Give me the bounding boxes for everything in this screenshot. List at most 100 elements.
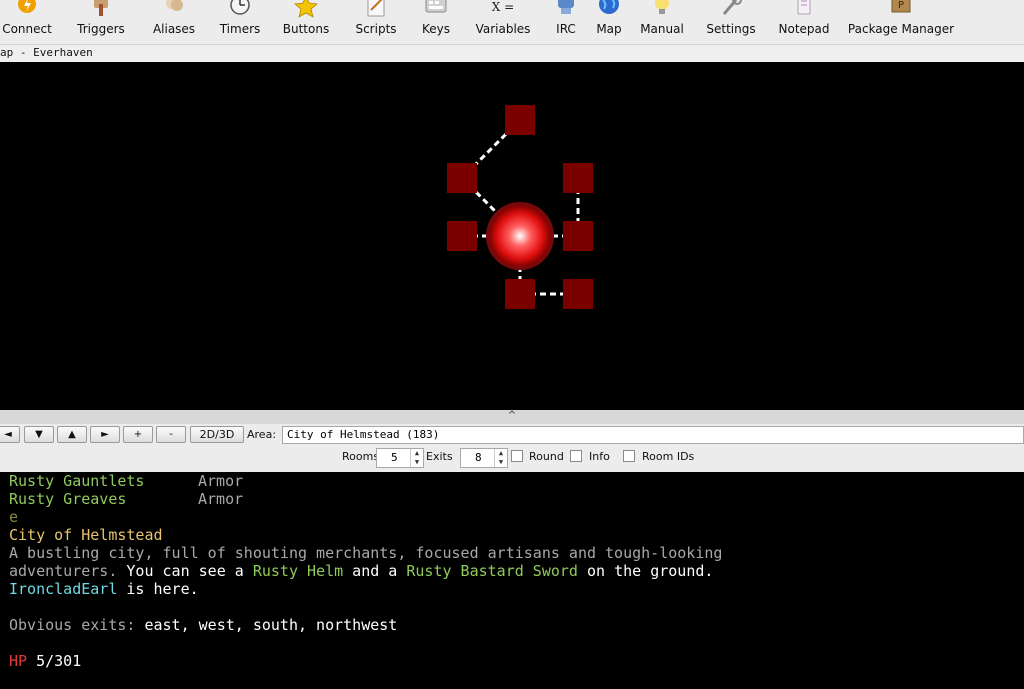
manual-button[interactable]: Manual: [640, 0, 684, 44]
map-graph: [447, 105, 593, 309]
splitter-handle[interactable]: ^: [0, 410, 1024, 424]
aliases-icon: [162, 0, 186, 18]
splitter-arrow: ^: [507, 410, 517, 421]
console-output[interactable]: Rusty Gauntlets Armor Rusty Greaves Armo…: [0, 472, 1024, 689]
ground-item: Rusty Helm: [252, 562, 344, 580]
room-description-line: A bustling city, full of shouting mercha…: [9, 544, 723, 562]
pan-up-glyph: ▲: [68, 429, 76, 440]
map-room[interactable]: [505, 279, 535, 309]
command-echo: e: [9, 508, 19, 526]
irc-icon: [554, 0, 578, 18]
map-controls-row-1: ◄ ▼ ▲ ► + - 2D/3D Area: City of Helmstea…: [0, 424, 1024, 446]
exits-line: Obvious exits: east, west, south, northw…: [9, 616, 397, 634]
info-label: Info: [589, 450, 610, 463]
zoom-in-button[interactable]: +: [123, 426, 153, 443]
map-room[interactable]: [563, 221, 593, 251]
desc-text: on the ground.: [577, 562, 714, 580]
lightbulb-icon: [650, 0, 674, 18]
exits-label: Exits: [426, 450, 453, 463]
globe-icon: [597, 0, 621, 18]
rooms-spinbox[interactable]: 5 ▲ ▼: [376, 448, 424, 468]
area-select[interactable]: City of Helmstead (183): [282, 426, 1024, 444]
item-type: Armor: [198, 490, 244, 508]
variables-label: Variables: [475, 22, 531, 36]
settings-label: Settings: [706, 22, 756, 36]
buttons-label: Buttons: [282, 22, 330, 36]
rooms-value: 5: [391, 451, 398, 464]
notepad-button[interactable]: Notepad: [779, 0, 830, 44]
aliases-label: Aliases: [152, 22, 196, 36]
connect-button[interactable]: Connect: [2, 0, 52, 44]
ground-item: Rusty Bastard Sword: [406, 562, 578, 580]
toggle-2d3d-button[interactable]: 2D/3D: [190, 426, 244, 443]
room-ids-checkbox[interactable]: [623, 450, 635, 462]
map-title: ap - Everhaven: [0, 46, 93, 59]
prompt-line: HP 5/301: [9, 652, 81, 670]
main-toolbar: Connect Triggers Aliases Timers Buttons …: [0, 0, 1024, 45]
package-manager-button[interactable]: P Package Manager: [848, 0, 954, 44]
variables-button[interactable]: X = Variables: [472, 0, 534, 44]
keys-icon: [424, 0, 448, 18]
console-line: Rusty Greaves: [9, 490, 126, 508]
desc-text: adventurers.: [9, 562, 118, 580]
area-label: Area:: [247, 428, 277, 441]
round-label: Round: [529, 450, 564, 463]
pan-left-button[interactable]: ◄: [0, 426, 20, 443]
settings-button[interactable]: Settings: [703, 0, 759, 44]
triggers-icon: [89, 0, 113, 18]
item-name: Rusty Greaves: [9, 490, 127, 508]
settings-icon: [719, 0, 743, 18]
keys-button[interactable]: Keys: [418, 0, 454, 44]
irc-button[interactable]: IRC: [554, 0, 578, 44]
exits-value: 8: [475, 451, 482, 464]
pan-right-glyph: ►: [101, 429, 109, 440]
room-description-line: adventurers. You can see a Rusty Helm an…: [9, 562, 713, 580]
toggle-2d3d-label: 2D/3D: [199, 428, 235, 441]
map-room[interactable]: [447, 221, 477, 251]
timers-button[interactable]: Timers: [218, 0, 262, 44]
notepad-icon: [792, 0, 816, 18]
svg-text:P: P: [898, 0, 904, 11]
map-label: Map: [596, 22, 622, 36]
variables-icon: X =: [491, 0, 515, 18]
pan-down-button[interactable]: ▼: [24, 426, 54, 443]
exits-spin-arrows[interactable]: ▲ ▼: [494, 449, 507, 467]
map-room[interactable]: [505, 105, 535, 135]
pan-up-button[interactable]: ▲: [57, 426, 87, 443]
triggers-button[interactable]: Triggers: [72, 0, 130, 44]
map-room[interactable]: [447, 163, 477, 193]
manual-label: Manual: [640, 22, 684, 36]
exits-spinbox[interactable]: 8 ▲ ▼: [460, 448, 508, 468]
variables-glyph: X =: [491, 0, 515, 14]
zoom-out-button[interactable]: -: [156, 426, 186, 443]
info-checkbox[interactable]: [570, 450, 582, 462]
map-room[interactable]: [563, 279, 593, 309]
irc-label: IRC: [556, 22, 576, 36]
pan-down-glyph: ▼: [35, 429, 43, 440]
map-button[interactable]: Map: [596, 0, 622, 44]
desc-text: You can see a: [117, 562, 253, 580]
aliases-button[interactable]: Aliases: [148, 0, 200, 44]
timers-icon: [228, 0, 252, 18]
round-checkbox[interactable]: [511, 450, 523, 462]
rooms-spin-arrows[interactable]: ▲ ▼: [410, 449, 423, 467]
desc-text: and a: [343, 562, 407, 580]
pan-right-button[interactable]: ►: [90, 426, 120, 443]
zoom-in-glyph: +: [133, 429, 143, 440]
hp-value: 5/301: [27, 652, 82, 670]
player-marker[interactable]: [490, 206, 550, 266]
exits-list: east, west, south, northwest: [144, 616, 398, 634]
connect-icon: [15, 0, 39, 18]
map-canvas[interactable]: [0, 62, 1024, 410]
package-icon: P: [889, 0, 913, 18]
area-value: City of Helmstead (183): [287, 428, 440, 441]
room-ids-label: Room IDs: [642, 450, 695, 463]
buttons-button[interactable]: Buttons: [281, 0, 331, 44]
player-name: IroncladEarl: [9, 580, 118, 598]
scripts-label: Scripts: [355, 22, 397, 36]
zoom-out-glyph: -: [169, 429, 173, 440]
map-room[interactable]: [563, 163, 593, 193]
scripts-button[interactable]: Scripts: [351, 0, 401, 44]
pan-left-glyph: ◄: [4, 429, 12, 440]
scripts-icon: [364, 0, 388, 18]
